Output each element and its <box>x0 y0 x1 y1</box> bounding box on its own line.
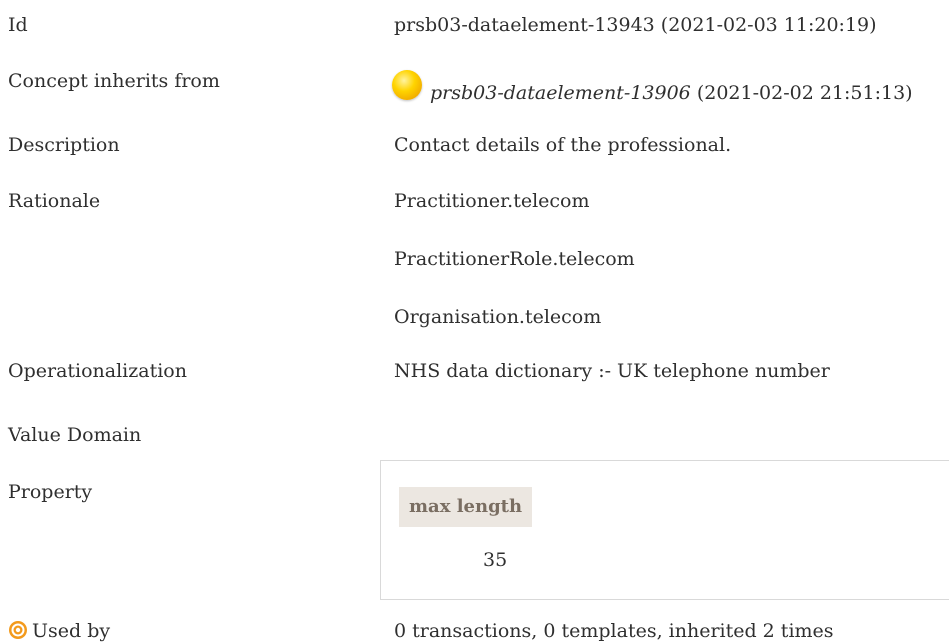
id-value: prsb03-dataelement-13943 (2021-02-03 11:… <box>394 14 877 36</box>
rationale-line: Practitioner.telecom <box>394 190 590 212</box>
operationalization-label: Operationalization <box>8 360 187 382</box>
inherits-link[interactable]: prsb03-dataelement-13906 <box>430 82 691 104</box>
rationale-line: PractitionerRole.telecom <box>394 248 635 270</box>
target-icon <box>9 621 27 639</box>
property-box: max length 35 <box>380 460 949 600</box>
property-label: Property <box>8 481 93 503</box>
inherits-label: Concept inherits from <box>8 70 220 92</box>
property-max-length-value: 35 <box>483 549 508 571</box>
operationalization-value: NHS data dictionary :- UK telephone numb… <box>394 360 830 382</box>
value-domain-label: Value Domain <box>8 424 142 446</box>
rationale-line: Organisation.telecom <box>394 306 602 328</box>
yellow-orb-icon <box>392 70 422 100</box>
used-by-label: Used by <box>32 620 111 642</box>
rationale-label: Rationale <box>8 190 101 212</box>
description-label: Description <box>8 134 120 156</box>
description-value: Contact details of the professional. <box>394 134 732 156</box>
property-header-max-length: max length <box>399 487 533 527</box>
inherits-value: prsb03-dataelement-13906 (2021-02-02 21:… <box>430 82 913 104</box>
used-by-value: 0 transactions, 0 templates, inherited 2… <box>394 620 834 642</box>
id-label: Id <box>8 14 28 36</box>
inherits-timestamp: (2021-02-02 21:51:13) <box>696 82 913 104</box>
